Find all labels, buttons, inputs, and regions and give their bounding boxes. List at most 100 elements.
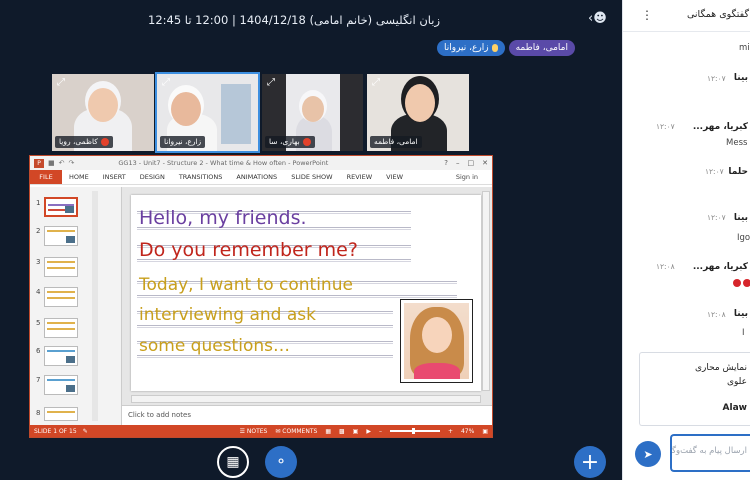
tab-home[interactable]: HOME [62, 170, 96, 184]
tab-file[interactable]: FILE [30, 170, 62, 184]
chat-message-emojis [731, 278, 750, 288]
thumb-number: 6 [36, 347, 41, 355]
webcam-name: زارع، نیروانا [164, 137, 202, 146]
tab-transitions[interactable]: TRANSITIONS [172, 170, 230, 184]
normal-view-icon[interactable]: ▦ [325, 428, 331, 435]
expand-icon[interactable]: ⤢ [370, 77, 382, 89]
thumb-number: 3 [36, 258, 41, 266]
slide-thumbnail[interactable] [44, 257, 78, 277]
save-icon[interactable]: ■ [48, 159, 55, 167]
tab-view[interactable]: VIEW [379, 170, 410, 184]
chat-panel: ⋮ گفتگوی همگانی mis بینا ۱۲:۰۷ کبریا، مه… [622, 0, 750, 480]
minimize-icon[interactable]: – [456, 159, 460, 167]
spellcheck-icon[interactable]: ✎ [83, 428, 88, 435]
thumb-number: 4 [36, 288, 41, 296]
chat-header: ⋮ گفتگوی همگانی [623, 0, 750, 32]
expand-icon[interactable]: ⤢ [160, 77, 172, 89]
chat-message-sender: کبریا، مهر... [692, 262, 748, 272]
slide-text-line: Today, I want to continue [139, 275, 353, 295]
slide-horizontal-scrollbar[interactable] [131, 395, 481, 403]
window-titlebar: P ■ ↶ ↷ GG13 - Unit7 - Structure 2 - Wha… [30, 156, 492, 170]
slide-photo [400, 299, 473, 383]
comments-button[interactable]: ✉ COMMENTS [275, 428, 317, 435]
webcam-tile[interactable]: ⤢ کاظمی، رویا [52, 74, 154, 151]
chat-message-sender: کبریا، مهر... [692, 122, 748, 132]
zoom-in-icon[interactable]: + [448, 428, 453, 435]
redo-icon[interactable]: ↷ [69, 159, 75, 167]
thumb-number: 8 [36, 409, 41, 417]
chat-message-time: ۱۲:۰۸ [707, 310, 726, 319]
chat-message-time: ۱۲:۰۷ [707, 213, 726, 222]
reading-view-icon[interactable]: ▣ [353, 428, 359, 435]
zoom-level[interactable]: 47% [461, 428, 474, 435]
tab-design[interactable]: DESIGN [133, 170, 172, 184]
slide-thumbnail[interactable] [44, 407, 78, 421]
webcam-tile[interactable]: ⤢ زارع، نیروانا [155, 72, 260, 153]
chat-title: گفتگوی همگانی [686, 9, 749, 20]
tab-insert[interactable]: INSERT [96, 170, 133, 184]
tab-animations[interactable]: ANIMATIONS [229, 170, 284, 184]
slide-thumbnail[interactable] [44, 375, 78, 395]
session-header: زبان انگلیسی (خانم امامی) 1404/12/18 | 1… [0, 0, 622, 40]
talking-indicators: زارع، نیروانا امامی، فاطمه [437, 40, 575, 56]
slide-thumbnail[interactable] [44, 226, 78, 246]
notes-pane[interactable]: Click to add notes [122, 405, 492, 426]
actions-button[interactable]: + [574, 446, 606, 478]
chat-message-time: ۱۲:۰۷ [707, 74, 726, 83]
kebab-icon[interactable]: ⋮ [641, 8, 653, 22]
thumb-number: 5 [36, 319, 41, 327]
poll-line: علوی [726, 377, 747, 387]
chat-message-sender: بینا [733, 213, 748, 223]
poll-line: نمایش محاری [694, 363, 747, 373]
talking-chip[interactable]: زارع، نیروانا [437, 40, 505, 56]
zoom-slider[interactable] [389, 428, 440, 434]
ribbon-tabs: FILE HOME INSERT DESIGN TRANSITIONS ANIM… [30, 170, 492, 185]
slide-counter: SLIDE 1 OF 15 [34, 427, 77, 435]
slide-vertical-scrollbar[interactable] [482, 191, 490, 391]
slide-thumbnail[interactable] [44, 346, 78, 366]
chat-message-sender: بینا [733, 73, 748, 83]
webcam-name: بهاری، سا [269, 137, 300, 146]
expand-icon[interactable]: ⤢ [265, 77, 277, 89]
chat-message-sender: حلما [728, 167, 748, 177]
slideshow-icon[interactable]: ▶ [366, 428, 371, 435]
chat-message-sender: بینا [733, 309, 748, 319]
close-icon[interactable]: ✕ [482, 159, 488, 167]
slide-text-line: Do you remember me? [139, 239, 358, 261]
angry-emoji-icon [743, 278, 750, 287]
headphones-icon: ⚬ [275, 454, 287, 470]
expand-icon[interactable]: ⤢ [55, 77, 67, 89]
talking-chip[interactable]: امامی، فاطمه [508, 40, 575, 56]
webcam-name-tag: کاظمی، رویا [55, 136, 113, 148]
chat-poll-card[interactable]: نمایش محاری علوی Alaw [639, 352, 750, 426]
undo-icon[interactable]: ↶ [59, 159, 65, 167]
slide-thumbnail[interactable] [44, 287, 78, 307]
webcam-name-tag: زارع، نیروانا [160, 136, 206, 148]
thumbnail-scrollbar[interactable] [92, 191, 98, 421]
webcam-name-tag: امامی، فاطمه [370, 136, 422, 148]
tab-slide-show[interactable]: SLIDE SHOW [284, 170, 339, 184]
chat-input[interactable]: ارسال پیام به گفت‌وگوی [670, 434, 750, 472]
camera-off-icon: ▦ [226, 454, 240, 470]
slide-text-line: some questions… [139, 336, 290, 356]
notes-button[interactable]: ☰ NOTES [240, 428, 268, 435]
webcam-name: کاظمی، رویا [59, 137, 98, 146]
zoom-out-icon[interactable]: – [379, 428, 382, 435]
webcam-tile[interactable]: ⤢ امامی، فاطمه [367, 74, 469, 151]
sign-in-link[interactable]: Sign in [456, 170, 492, 184]
current-slide[interactable]: Hello, my friends. Do you remember me? T… [131, 195, 481, 391]
help-icon[interactable]: ? [444, 159, 448, 167]
webcam-tile[interactable]: ⤢ بهاری، سا [262, 74, 363, 151]
camera-toggle-button[interactable]: ▦ [217, 446, 249, 478]
slide-thumbnail[interactable] [44, 197, 78, 217]
powerpoint-icon: P [34, 158, 44, 168]
maximize-icon[interactable]: □ [468, 159, 475, 167]
fit-slide-icon[interactable]: ▣ [482, 428, 488, 435]
slide-sorter-icon[interactable]: ▩ [339, 428, 345, 435]
send-message-button[interactable]: ➤ [635, 441, 661, 467]
tab-review[interactable]: REVIEW [340, 170, 380, 184]
chat-message-body: mis [739, 43, 750, 53]
slide-thumbnail[interactable] [44, 318, 78, 338]
audio-button[interactable]: ⚬ [265, 446, 297, 478]
users-list-toggle[interactable]: ‹☻ [588, 11, 610, 29]
